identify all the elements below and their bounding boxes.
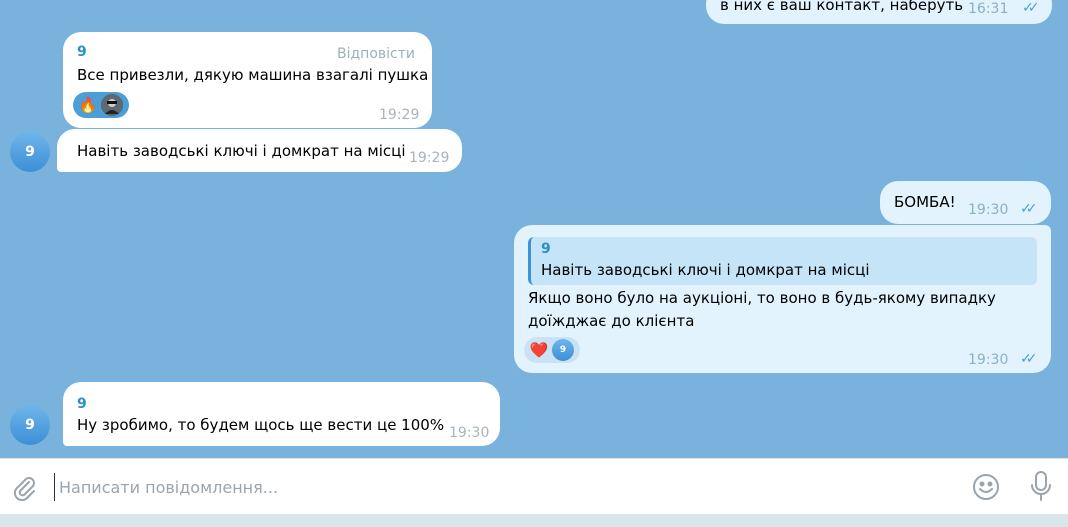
smile-icon[interactable]: [970, 471, 1002, 503]
message-composer: [0, 458, 1068, 514]
reaction-bar[interactable]: 🔥: [73, 92, 129, 118]
heart-reaction-icon[interactable]: ❤️: [528, 340, 550, 360]
message-sender[interactable]: 9: [77, 42, 87, 62]
message-time: 19:30: [968, 202, 1009, 218]
message-time: 19:29: [409, 150, 450, 166]
message-incoming[interactable]: 9 Ну зробимо, то будем щось ще вести це …: [63, 382, 500, 446]
quote-text: Навіть заводські ключі і домкрат на місц…: [541, 261, 870, 279]
taskbar: [0, 514, 1068, 527]
message-time: 16:31: [968, 1, 1009, 17]
reactor-avatar: [101, 94, 123, 116]
message-input[interactable]: [54, 473, 934, 501]
chat-area[interactable]: в них є ваш контакт, наберуть 16:31 ✓✓ 9…: [0, 0, 1068, 458]
message-incoming[interactable]: Навіть заводські ключі і домкрат на місц…: [57, 129, 462, 172]
sender-avatar[interactable]: 9: [10, 405, 50, 445]
fire-reaction-icon[interactable]: 🔥: [77, 95, 99, 115]
microphone-icon[interactable]: [1026, 469, 1056, 503]
message-text: Навіть заводські ключі і домкрат на місц…: [77, 142, 406, 160]
sender-avatar[interactable]: 9: [10, 132, 50, 172]
message-text: Ну зробимо, то будем щось ще вести це 10…: [77, 416, 445, 434]
message-text-line-1: Якщо воно було на аукціоні, то воно в бу…: [528, 289, 996, 307]
read-checks-icon: ✓✓: [1022, 0, 1040, 16]
reaction-bar[interactable]: ❤️ 9: [524, 337, 580, 363]
reactor-avatar: 9: [552, 339, 574, 361]
message-time: 19:30: [449, 425, 490, 441]
paperclip-icon[interactable]: [10, 473, 38, 502]
message-outgoing[interactable]: 9 Навіть заводські ключі і домкрат на мі…: [514, 225, 1051, 373]
message-outgoing[interactable]: БОМБА! 19:30 ✓✓: [880, 181, 1051, 224]
message-time: 19:29: [379, 107, 420, 123]
message-text: Все привезли, дякую машина взагалі пушка: [77, 66, 429, 84]
reply-quote[interactable]: 9 Навіть заводські ключі і домкрат на мі…: [528, 237, 1037, 285]
message-text: БОМБА!: [894, 193, 956, 211]
message-incoming[interactable]: 9 Відповісти Все привезли, дякую машина …: [63, 32, 432, 128]
read-checks-icon: ✓✓: [1020, 351, 1038, 367]
message-outgoing[interactable]: в них є ваш контакт, наберуть 16:31 ✓✓: [706, 0, 1052, 24]
read-checks-icon: ✓✓: [1020, 201, 1038, 217]
message-text: в них є ваш контакт, наберуть: [720, 0, 964, 14]
quote-sender: 9: [541, 241, 551, 257]
reply-button[interactable]: Відповісти: [337, 43, 415, 65]
message-sender[interactable]: 9: [77, 394, 87, 414]
message-time: 19:30: [968, 352, 1009, 368]
message-text-line-2: доїжджає до клієнта: [528, 312, 695, 330]
